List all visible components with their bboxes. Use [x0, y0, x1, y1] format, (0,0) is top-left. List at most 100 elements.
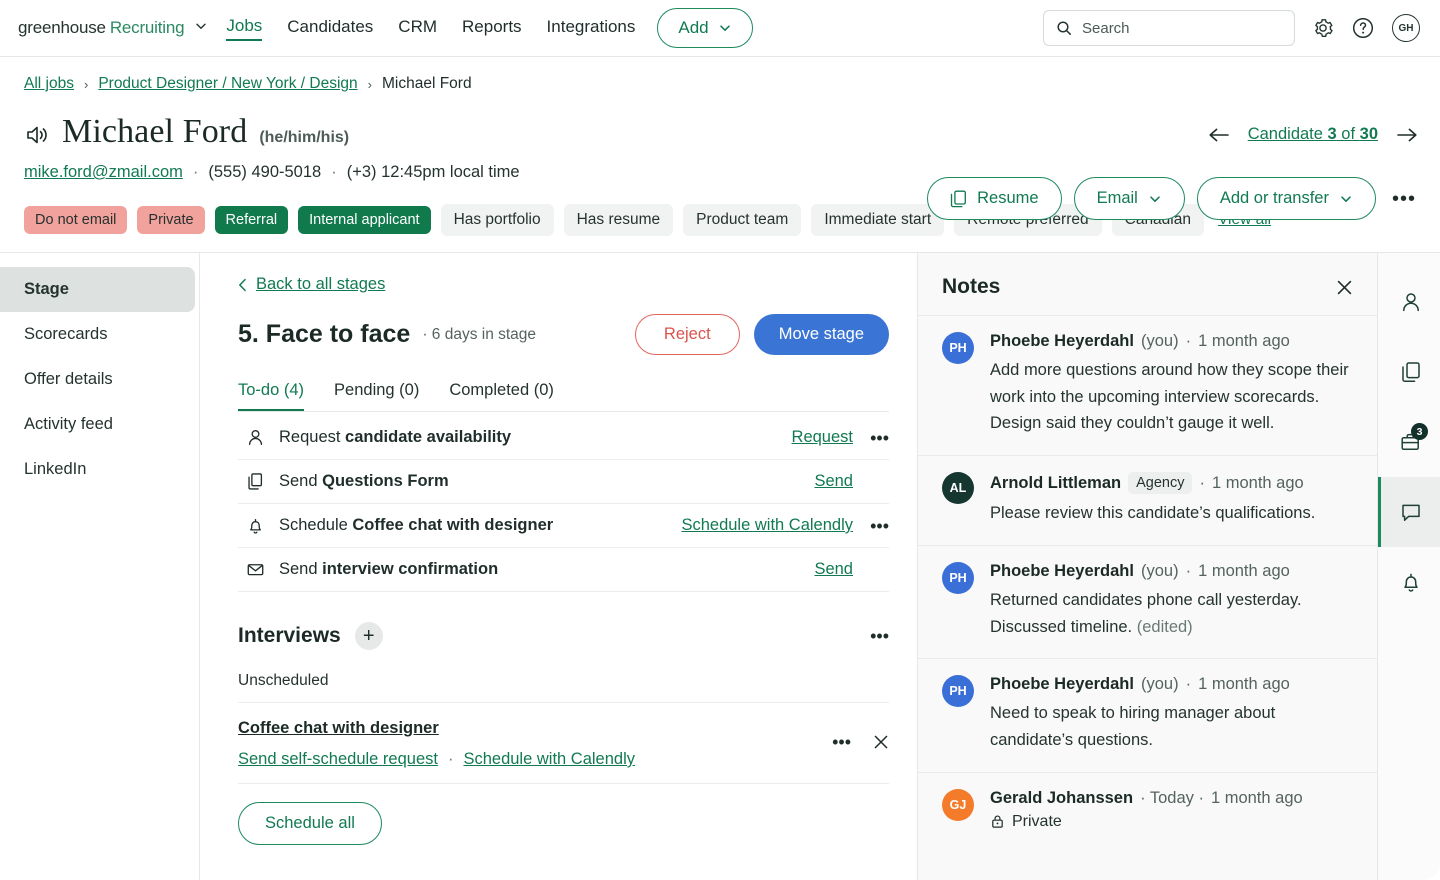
interview-more-options-icon[interactable]: •••	[832, 733, 851, 751]
tab-completed[interactable]: Completed (0)	[449, 381, 554, 411]
previous-candidate-arrow-icon[interactable]	[1208, 127, 1230, 143]
stage-tabs: To-do (4) Pending (0) Completed (0)	[238, 381, 889, 412]
candidate-counter[interactable]: Candidate 3 of 30	[1248, 125, 1378, 144]
back-to-all-stages-link[interactable]: Back to all stages	[238, 275, 889, 294]
help-button[interactable]	[1351, 16, 1375, 40]
document-icon	[246, 472, 265, 491]
settings-button[interactable]	[1312, 17, 1334, 39]
candidate-more-options-icon[interactable]: •••	[1388, 185, 1420, 213]
notes-panel: Notes PH Phoebe Heyerdahl (you) · 1 mont…	[918, 253, 1378, 880]
add-or-transfer-button[interactable]: Add or transfer	[1197, 177, 1376, 220]
next-candidate-arrow-icon[interactable]	[1396, 127, 1418, 143]
nav-item-jobs[interactable]: Jobs	[226, 16, 262, 41]
avatar: AL	[942, 472, 974, 504]
todo-action-send[interactable]: Send	[814, 560, 853, 579]
interview-title[interactable]: Coffee chat with designer	[238, 719, 832, 738]
note-timestamp: 1 month ago	[1212, 474, 1304, 493]
primary-nav-links: Jobs Candidates CRM Reports Integrations	[226, 16, 635, 41]
todo-action-send[interactable]: Send	[814, 472, 853, 491]
remove-interview-close-icon[interactable]	[873, 734, 889, 750]
note-timestamp: 1 month ago	[1211, 789, 1303, 808]
pronounce-name-icon[interactable]	[24, 123, 50, 147]
note-text: Need to speak to hiring manager about ca…	[990, 700, 1353, 753]
resume-button[interactable]: Resume	[927, 177, 1061, 220]
todo-action-request[interactable]: Request	[792, 428, 853, 447]
sidebar-item-linkedin[interactable]: LinkedIn	[0, 447, 195, 492]
interviews-more-options-icon[interactable]: •••	[870, 626, 889, 647]
resume-button-label: Resume	[977, 189, 1038, 208]
user-avatar[interactable]: GH	[1392, 14, 1420, 42]
add-interview-icon[interactable]: +	[355, 622, 383, 650]
sidebar-item-offer-details[interactable]: Offer details	[0, 357, 195, 402]
top-navigation-bar: greenhouse Recruiting Jobs Candidates CR…	[0, 0, 1440, 57]
brand-logo[interactable]: greenhouse Recruiting	[18, 18, 208, 38]
email-button[interactable]: Email	[1074, 177, 1185, 220]
rail-item-notifications[interactable]	[1378, 547, 1440, 617]
todo-action-schedule-with-calendly[interactable]: Schedule with Calendly	[681, 516, 853, 535]
note-private-row: Private	[990, 813, 1353, 831]
nav-item-integrations[interactable]: Integrations	[547, 17, 636, 40]
note-body: Arnold Littleman Agency · 1 month ago Pl…	[990, 472, 1353, 527]
note-timestamp: 1 month ago	[1198, 675, 1290, 694]
interview-main: Coffee chat with designer Send self-sche…	[238, 719, 832, 769]
sidebar-item-stage[interactable]: Stage	[0, 267, 195, 312]
todo-more-options-icon[interactable]: •••	[867, 429, 889, 447]
chevron-down-icon[interactable]	[194, 19, 208, 33]
nav-item-reports[interactable]: Reports	[462, 17, 522, 40]
nav-item-crm[interactable]: CRM	[398, 17, 437, 40]
tag-has-portfolio[interactable]: Has portfolio	[441, 204, 554, 236]
move-stage-button[interactable]: Move stage	[754, 314, 889, 355]
candidate-email-link[interactable]: mike.ford@zmail.com	[24, 163, 183, 182]
breadcrumb: All jobs › Product Designer / New York /…	[24, 75, 1420, 93]
add-button[interactable]: Add	[657, 8, 752, 48]
todo-label: Send interview confirmation	[279, 560, 800, 579]
send-self-schedule-request-link[interactable]: Send self-schedule request	[238, 750, 438, 769]
chat-bubble-icon	[1399, 500, 1423, 524]
note-separator: ·	[1199, 474, 1205, 493]
note-separator: · Today ·	[1140, 789, 1204, 808]
tag-private[interactable]: Private	[137, 206, 204, 234]
search-input[interactable]	[1082, 20, 1282, 37]
nav-item-candidates[interactable]: Candidates	[287, 17, 373, 40]
tag-internal-applicant[interactable]: Internal applicant	[298, 206, 430, 234]
avatar: PH	[942, 675, 974, 707]
note-edited-label: (edited)	[1137, 618, 1193, 636]
note-body: Phoebe Heyerdahl (you) · 1 month ago Nee…	[990, 675, 1353, 753]
breadcrumb-job[interactable]: Product Designer / New York / Design	[98, 75, 357, 93]
note-you-label: (you)	[1141, 562, 1179, 581]
note-item: PH Phoebe Heyerdahl (you) · 1 month ago …	[918, 315, 1377, 455]
rail-item-jobs[interactable]: 3	[1378, 407, 1440, 477]
tab-todo[interactable]: To-do (4)	[238, 381, 304, 411]
main-body: Stage Scorecards Offer details Activity …	[0, 253, 1440, 880]
note-author: Phoebe Heyerdahl	[990, 562, 1134, 581]
sidebar-item-activity-feed[interactable]: Activity feed	[0, 402, 195, 447]
close-notes-icon[interactable]	[1336, 279, 1353, 296]
tag-has-resume[interactable]: Has resume	[564, 204, 674, 236]
todo-list: Request candidate availability Request •…	[238, 416, 889, 592]
note-item: AL Arnold Littleman Agency · 1 month ago…	[918, 455, 1377, 545]
rail-item-candidate-details[interactable]	[1378, 267, 1440, 337]
tag-immediate-start[interactable]: Immediate start	[811, 204, 944, 236]
note-timestamp: 1 month ago	[1198, 332, 1290, 351]
reject-button[interactable]: Reject	[635, 314, 740, 355]
schedule-with-calendly-link[interactable]: Schedule with Calendly	[463, 750, 635, 769]
tab-pending[interactable]: Pending (0)	[334, 381, 419, 411]
tag-product-team[interactable]: Product team	[683, 204, 801, 236]
rail-item-documents[interactable]	[1378, 337, 1440, 407]
note-body: Phoebe Heyerdahl (you) · 1 month ago Ret…	[990, 562, 1353, 640]
breadcrumb-all-jobs[interactable]: All jobs	[24, 75, 74, 93]
rail-item-notes[interactable]	[1378, 477, 1440, 547]
tag-referral[interactable]: Referral	[215, 206, 289, 234]
stage-action-buttons: Reject Move stage	[635, 314, 889, 355]
breadcrumb-separator-icon: ›	[84, 77, 88, 92]
todo-more-options-icon[interactable]: •••	[867, 517, 889, 535]
note-private-label: Private	[1012, 813, 1062, 831]
sidebar-item-scorecards[interactable]: Scorecards	[0, 312, 195, 357]
person-icon	[246, 428, 265, 447]
schedule-all-button[interactable]: Schedule all	[238, 802, 382, 845]
note-author: Phoebe Heyerdahl	[990, 332, 1134, 351]
app-window: greenhouse Recruiting Jobs Candidates CR…	[0, 0, 1440, 880]
chevron-down-icon	[1148, 192, 1162, 206]
tag-do-not-email[interactable]: Do not email	[24, 206, 127, 234]
search-box[interactable]	[1043, 10, 1295, 46]
